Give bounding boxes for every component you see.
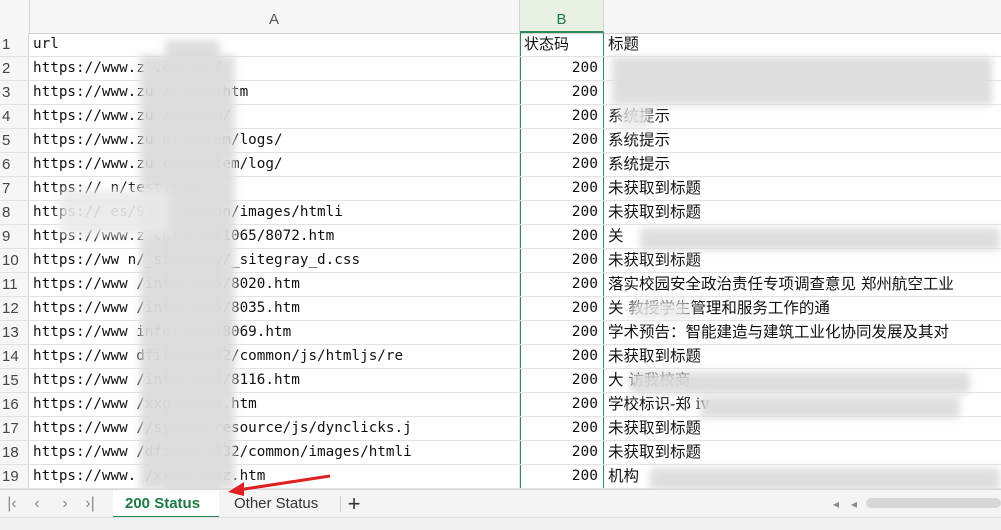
row-number[interactable]: 1 xyxy=(0,33,29,56)
row-number[interactable]: 6 xyxy=(0,153,29,176)
cell-status[interactable]: 200 xyxy=(520,57,604,80)
privacy-blur xyxy=(700,396,960,418)
cell-title[interactable]: 学术预告：智能建造与建筑工业化协同发展及其对 xyxy=(604,321,1001,344)
cell-url[interactable]: https://www /info/1064/8116.htm xyxy=(29,369,520,392)
tab-divider xyxy=(340,496,341,512)
row-number[interactable]: 15 xyxy=(0,369,29,392)
cell-title[interactable]: 未获取到标题 xyxy=(604,249,1001,272)
cell-status[interactable]: 200 xyxy=(520,417,604,440)
cell-url[interactable]: https://www.zu cn/system/log/ xyxy=(29,153,520,176)
cell-url[interactable]: https://www.zu /system/ xyxy=(29,105,520,128)
privacy-blur xyxy=(620,105,650,130)
row-number[interactable]: 16 xyxy=(0,393,29,416)
row-number[interactable]: 12 xyxy=(0,297,29,320)
cell-status[interactable]: 200 xyxy=(520,249,604,272)
cell-status[interactable]: 200 xyxy=(520,321,604,344)
spreadsheet-grid: A B 1 url 状态码 标题 2 https://www.z .cn/%3F/… xyxy=(0,0,1001,489)
scroll-left-icon[interactable]: ◂ xyxy=(826,494,846,514)
privacy-blur xyxy=(650,468,1000,489)
cell-status[interactable]: 200 xyxy=(520,345,604,368)
privacy-blur xyxy=(612,57,992,105)
row-number[interactable]: 5 xyxy=(0,129,29,152)
table-row: 1 url 状态码 标题 xyxy=(0,33,1001,57)
cell-status[interactable]: 200 xyxy=(520,81,604,104)
privacy-blur xyxy=(630,300,690,320)
row-number[interactable]: 4 xyxy=(0,105,29,128)
privacy-blur xyxy=(630,372,970,394)
column-header-row: A B xyxy=(0,0,1001,34)
privacy-blur xyxy=(165,40,220,489)
cell-status[interactable]: 200 xyxy=(520,129,604,152)
add-sheet-button[interactable]: + xyxy=(342,490,366,518)
horizontal-scrollbar[interactable] xyxy=(866,498,1001,508)
cell-status[interactable]: 200 xyxy=(520,153,604,176)
cell-url[interactable]: https://www.z .cn/%3F/ xyxy=(29,57,520,80)
last-sheet-button[interactable]: ›| xyxy=(80,494,100,514)
cell-status-header[interactable]: 状态码 xyxy=(520,33,604,56)
row-number[interactable]: 13 xyxy=(0,321,29,344)
row-number[interactable]: 17 xyxy=(0,417,29,440)
cell-title-header[interactable]: 标题 xyxy=(604,33,1001,56)
cell-status[interactable]: 200 xyxy=(520,297,604,320)
cell-url[interactable]: https://www info/1066/8069.htm xyxy=(29,321,520,344)
row-number[interactable]: 2 xyxy=(0,57,29,80)
cell-status[interactable]: 200 xyxy=(520,201,604,224)
cell-status[interactable]: 200 xyxy=(520,273,604,296)
select-all-corner[interactable] xyxy=(0,0,30,33)
first-sheet-button[interactable]: |‹ xyxy=(2,494,22,514)
cell-status[interactable]: 200 xyxy=(520,105,604,128)
cell-url[interactable]: https://www.zu n/system/logs/ xyxy=(29,129,520,152)
column-header-b[interactable]: B xyxy=(520,0,604,33)
cell-url[interactable]: https://www /dfiles/9832/common/images/h… xyxy=(29,441,520,464)
scroll-left-arrow-icon[interactable]: ◂ xyxy=(844,494,864,514)
cell-title[interactable]: 系统提示 xyxy=(604,129,1001,152)
row-number[interactable]: 18 xyxy=(0,441,29,464)
row-number[interactable]: 8 xyxy=(0,201,29,224)
privacy-blur xyxy=(60,190,170,235)
cell-url[interactable]: https://www.zu /index.htm xyxy=(29,81,520,104)
privacy-blur xyxy=(640,228,1000,250)
column-header-c[interactable] xyxy=(604,0,1001,33)
cell-title[interactable]: 未获取到标题 xyxy=(604,345,1001,368)
row-number[interactable]: 3 xyxy=(0,81,29,104)
row-number[interactable]: 14 xyxy=(0,345,29,368)
cell-status[interactable]: 200 xyxy=(520,177,604,200)
cell-url[interactable]: https://www dfiles/9832/common/js/htmljs… xyxy=(29,345,520,368)
cell-title[interactable]: 系统提示 xyxy=(604,105,1001,128)
annotation-arrow-icon xyxy=(228,474,331,496)
cell-title[interactable]: 系统提示 xyxy=(604,153,1001,176)
row-number[interactable]: 9 xyxy=(0,225,29,248)
arrow-head xyxy=(228,482,244,496)
tab-200-status[interactable]: 200 Status xyxy=(113,490,219,518)
cell-title[interactable]: 未获取到标题 xyxy=(604,201,1001,224)
column-header-a[interactable]: A xyxy=(29,0,520,33)
status-bar xyxy=(0,517,1001,530)
cell-status[interactable]: 200 xyxy=(520,225,604,248)
cell-title[interactable]: 未获取到标题 xyxy=(604,177,1001,200)
cell-url[interactable]: https://www /info/1065/8035.htm xyxy=(29,297,520,320)
cell-url[interactable]: https://www /xxgk/xxbs.htm xyxy=(29,393,520,416)
sheet-tab-bar: |‹ ‹ › ›| 200 Status Other Status + ◂ ◂ xyxy=(0,489,1001,518)
row-number[interactable]: 7 xyxy=(0,177,29,200)
prev-sheet-button[interactable]: ‹ xyxy=(27,494,47,514)
cell-url[interactable]: https://www /info/1065/8020.htm xyxy=(29,273,520,296)
cell-url-header[interactable]: url xyxy=(29,33,520,56)
next-sheet-button[interactable]: › xyxy=(55,494,75,514)
cell-status[interactable]: 200 xyxy=(520,465,604,488)
row-number[interactable]: 11 xyxy=(0,273,29,296)
cell-title[interactable]: 落实校园安全政治责任专项调查意见 郑州航空工业 xyxy=(604,273,1001,296)
arrow-shaft xyxy=(237,474,331,492)
cell-url[interactable]: https://ww n/_sitegray/_sitegray_d.css xyxy=(29,249,520,272)
row-number[interactable]: 19 xyxy=(0,465,29,488)
row-number[interactable]: 10 xyxy=(0,249,29,272)
cell-status[interactable]: 200 xyxy=(520,369,604,392)
cell-title[interactable]: 未获取到标题 xyxy=(604,441,1001,464)
cell-status[interactable]: 200 xyxy=(520,393,604,416)
cell-url[interactable]: https://www //system/resource/js/dynclic… xyxy=(29,417,520,440)
cell-status[interactable]: 200 xyxy=(520,441,604,464)
cell-title[interactable]: 未获取到标题 xyxy=(604,417,1001,440)
